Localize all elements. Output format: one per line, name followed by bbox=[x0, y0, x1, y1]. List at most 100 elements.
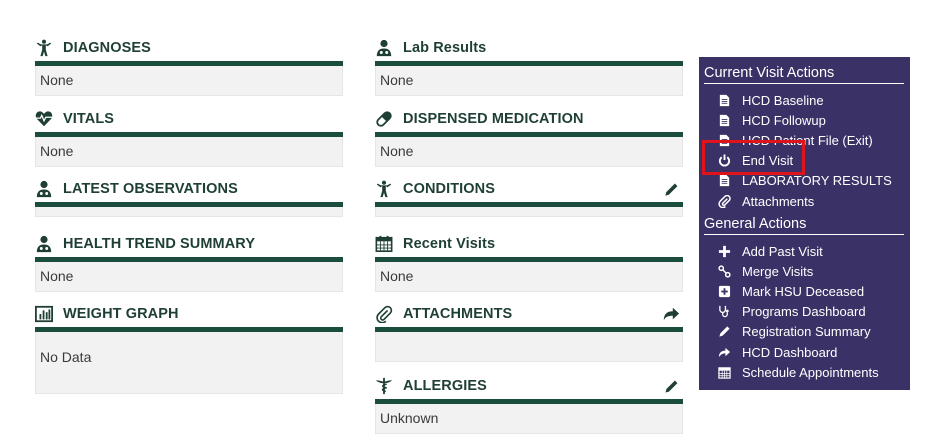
hcd-patient-file-exit-label: HCD Patient File (Exit) bbox=[742, 132, 873, 148]
bar-chart-icon bbox=[35, 304, 57, 324]
caduceus-icon bbox=[375, 376, 397, 396]
plus-icon bbox=[717, 244, 732, 258]
end-visit-label: End Visit bbox=[742, 153, 794, 169]
add-past-visit-label: Add Past Visit bbox=[742, 243, 823, 259]
document-icon bbox=[717, 174, 732, 188]
mark-hsu-deceased-label: Mark HSU Deceased bbox=[742, 284, 865, 300]
heart-pulse-icon bbox=[35, 109, 57, 129]
health-trend-summary-header: HEALTH TREND SUMMARY bbox=[35, 233, 343, 255]
visit-actions-panel: Current Visit Actions HCD Baseline HCD F… bbox=[699, 57, 910, 390]
hcd-baseline-label: HCD Baseline bbox=[742, 92, 824, 108]
recent-visits-title: Recent Visits bbox=[403, 236, 496, 252]
dispensed-medication-header: DISPENSED MEDICATION bbox=[375, 108, 683, 130]
merge-visits-link[interactable]: Merge Visits bbox=[704, 261, 904, 281]
vitals-widget: VITALS None bbox=[35, 108, 343, 167]
registration-summary-label: Registration Summary bbox=[742, 324, 871, 340]
allergies-body: Unknown bbox=[375, 404, 683, 434]
pencil-icon[interactable] bbox=[661, 180, 681, 198]
vitals-title: VITALS bbox=[63, 111, 115, 127]
conditions-body bbox=[375, 207, 683, 217]
dispensed-medication-title: DISPENSED MEDICATION bbox=[403, 111, 584, 127]
document-icon bbox=[717, 93, 732, 107]
schedule-appointments-link[interactable]: Schedule Appointments bbox=[704, 362, 904, 382]
health-trend-summary-body: None bbox=[35, 262, 343, 292]
health-trend-summary-widget: HEALTH TREND SUMMARY None bbox=[35, 233, 343, 292]
hcd-dashboard-link[interactable]: HCD Dashboard bbox=[704, 342, 904, 362]
weight-graph-widget: WEIGHT GRAPH No Data bbox=[35, 303, 343, 394]
merge-visits-label: Merge Visits bbox=[742, 263, 814, 279]
conditions-title: CONDITIONS bbox=[403, 181, 496, 197]
recent-visits-header: Recent Visits bbox=[375, 233, 683, 255]
recent-visits-body: None bbox=[375, 262, 683, 292]
attachments-widget: ATTACHMENTS bbox=[375, 303, 683, 362]
allergies-header: ALLERGIES bbox=[375, 375, 683, 397]
paperclip-icon bbox=[717, 194, 732, 208]
attachments-title: ATTACHMENTS bbox=[403, 306, 513, 322]
lab-results-body: None bbox=[375, 66, 683, 96]
diagnoses-title: DIAGNOSES bbox=[63, 40, 151, 56]
latest-observations-body bbox=[35, 207, 343, 217]
mark-hsu-deceased-link[interactable]: Mark HSU Deceased bbox=[704, 282, 904, 302]
pill-icon bbox=[375, 109, 397, 129]
hcd-followup-link[interactable]: HCD Followup bbox=[704, 110, 904, 130]
hcd-baseline-link[interactable]: HCD Baseline bbox=[704, 90, 904, 110]
current-visit-actions-title: Current Visit Actions bbox=[704, 65, 904, 84]
latest-observations-title: LATEST OBSERVATIONS bbox=[63, 181, 238, 197]
recent-visits-widget: Recent Visits None bbox=[375, 233, 683, 292]
share-arrow-icon[interactable] bbox=[661, 305, 681, 323]
attachments-label: Attachments bbox=[742, 193, 815, 209]
lab-results-widget: Lab Results None bbox=[375, 37, 683, 96]
end-visit-link[interactable]: End Visit bbox=[704, 151, 904, 171]
doctor-icon bbox=[35, 234, 57, 254]
hcd-patient-file-exit-link[interactable]: HCD Patient File (Exit) bbox=[704, 130, 904, 150]
weight-graph-header: WEIGHT GRAPH bbox=[35, 303, 343, 325]
add-past-visit-link[interactable]: Add Past Visit bbox=[704, 241, 904, 261]
attachments-header: ATTACHMENTS bbox=[375, 303, 683, 325]
latest-observations-header: LATEST OBSERVATIONS bbox=[35, 178, 343, 200]
diagnoses-header: DIAGNOSES bbox=[35, 37, 343, 59]
vitals-body: None bbox=[35, 137, 343, 167]
pencil-icon[interactable] bbox=[661, 377, 681, 395]
hcd-dashboard-label: HCD Dashboard bbox=[742, 344, 838, 360]
merge-icon bbox=[717, 264, 732, 278]
conditions-header: CONDITIONS bbox=[375, 178, 683, 200]
doctor-icon bbox=[35, 179, 57, 199]
schedule-appointments-label: Schedule Appointments bbox=[742, 364, 879, 380]
lab-results-header: Lab Results bbox=[375, 37, 683, 59]
vitals-header: VITALS bbox=[35, 108, 343, 130]
laboratory-results-label: LABORATORY RESULTS bbox=[742, 173, 892, 189]
health-trend-summary-title: HEALTH TREND SUMMARY bbox=[63, 236, 256, 252]
pencil-icon bbox=[717, 325, 732, 339]
latest-observations-widget: LATEST OBSERVATIONS bbox=[35, 178, 343, 217]
calendar-icon bbox=[717, 365, 732, 379]
plus-square-icon bbox=[717, 285, 732, 299]
diagnoses-body: None bbox=[35, 66, 343, 96]
general-actions-title: General Actions bbox=[704, 216, 904, 236]
laboratory-results-link[interactable]: LABORATORY RESULTS bbox=[704, 171, 904, 191]
allergies-title: ALLERGIES bbox=[403, 378, 487, 394]
document-icon bbox=[717, 113, 732, 127]
hcd-followup-label: HCD Followup bbox=[742, 112, 826, 128]
stethoscope-icon bbox=[717, 305, 732, 319]
calendar-icon bbox=[375, 234, 397, 254]
document-icon bbox=[717, 133, 732, 147]
programs-dashboard-link[interactable]: Programs Dashboard bbox=[704, 302, 904, 322]
person-arms-up-icon bbox=[35, 38, 57, 58]
conditions-widget: CONDITIONS bbox=[375, 178, 683, 217]
diagnoses-widget: DIAGNOSES None bbox=[35, 37, 343, 96]
weight-graph-title: WEIGHT GRAPH bbox=[63, 306, 179, 322]
allergies-widget: ALLERGIES Unknown bbox=[375, 375, 683, 434]
doctor-icon bbox=[375, 38, 397, 58]
left-column: DIAGNOSES None VITALS None LATEST OBSERV… bbox=[35, 37, 343, 404]
attachments-body bbox=[375, 332, 683, 362]
dispensed-medication-body: None bbox=[375, 137, 683, 167]
paperclip-icon bbox=[375, 304, 397, 324]
registration-summary-link[interactable]: Registration Summary bbox=[704, 322, 904, 342]
person-arms-up-icon bbox=[375, 179, 397, 199]
attachments-link[interactable]: Attachments bbox=[704, 191, 904, 211]
share-arrow-icon bbox=[717, 345, 732, 359]
power-icon bbox=[717, 154, 732, 168]
dispensed-medication-widget: DISPENSED MEDICATION None bbox=[375, 108, 683, 167]
middle-column: Lab Results None DISPENSED MEDICATION No… bbox=[375, 37, 683, 443]
weight-graph-body: No Data bbox=[35, 332, 343, 394]
